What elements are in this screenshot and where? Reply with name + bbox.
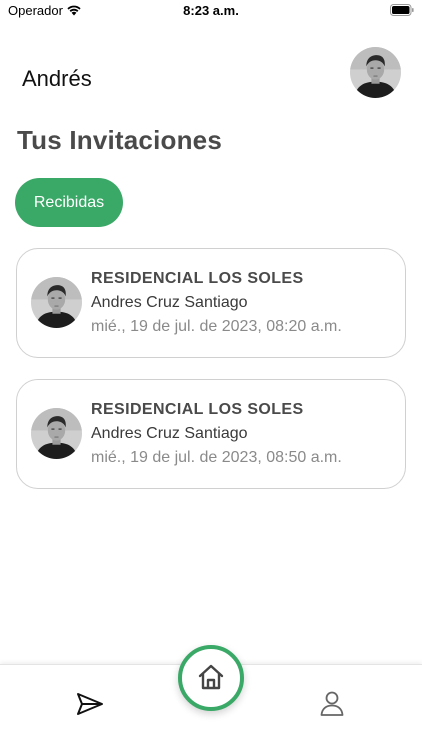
invitation-name: Andres Cruz Santiago — [91, 425, 248, 442]
received-filter-chip[interactable]: Recibidas — [15, 178, 123, 227]
status-time: 8:23 a.m. — [183, 3, 239, 18]
invitation-card[interactable]: RESIDENCIAL LOS SOLES Andres Cruz Santia… — [16, 248, 406, 358]
home-icon — [198, 664, 224, 690]
invitation-date: mié., 19 de jul. de 2023, 08:50 a.m. — [91, 449, 342, 466]
avatar — [31, 277, 82, 328]
bottom-nav — [0, 645, 422, 750]
invitation-name: Andres Cruz Santiago — [91, 294, 248, 311]
user-photo-avatar-icon — [350, 47, 401, 98]
send-icon — [77, 693, 103, 715]
avatar — [31, 408, 82, 459]
nav-home-button[interactable] — [178, 645, 244, 711]
user-photo-avatar-icon — [31, 408, 82, 459]
nav-send-button[interactable] — [76, 692, 104, 716]
invitation-date: mié., 19 de jul. de 2023, 08:20 a.m. — [91, 318, 342, 335]
profile-avatar[interactable] — [350, 47, 401, 98]
invitation-title: RESIDENCIAL LOS SOLES — [91, 401, 304, 418]
nav-profile-button[interactable] — [319, 690, 345, 716]
invitation-card[interactable]: RESIDENCIAL LOS SOLES Andres Cruz Santia… — [16, 379, 406, 489]
battery-icon — [390, 4, 414, 16]
status-bar: Operador 8:23 a.m. — [0, 0, 422, 22]
user-photo-avatar-icon — [31, 277, 82, 328]
user-name: Andrés — [22, 66, 92, 91]
page-title: Tus Invitaciones — [17, 125, 222, 155]
profile-icon — [320, 691, 344, 716]
invitation-title: RESIDENCIAL LOS SOLES — [91, 270, 304, 287]
